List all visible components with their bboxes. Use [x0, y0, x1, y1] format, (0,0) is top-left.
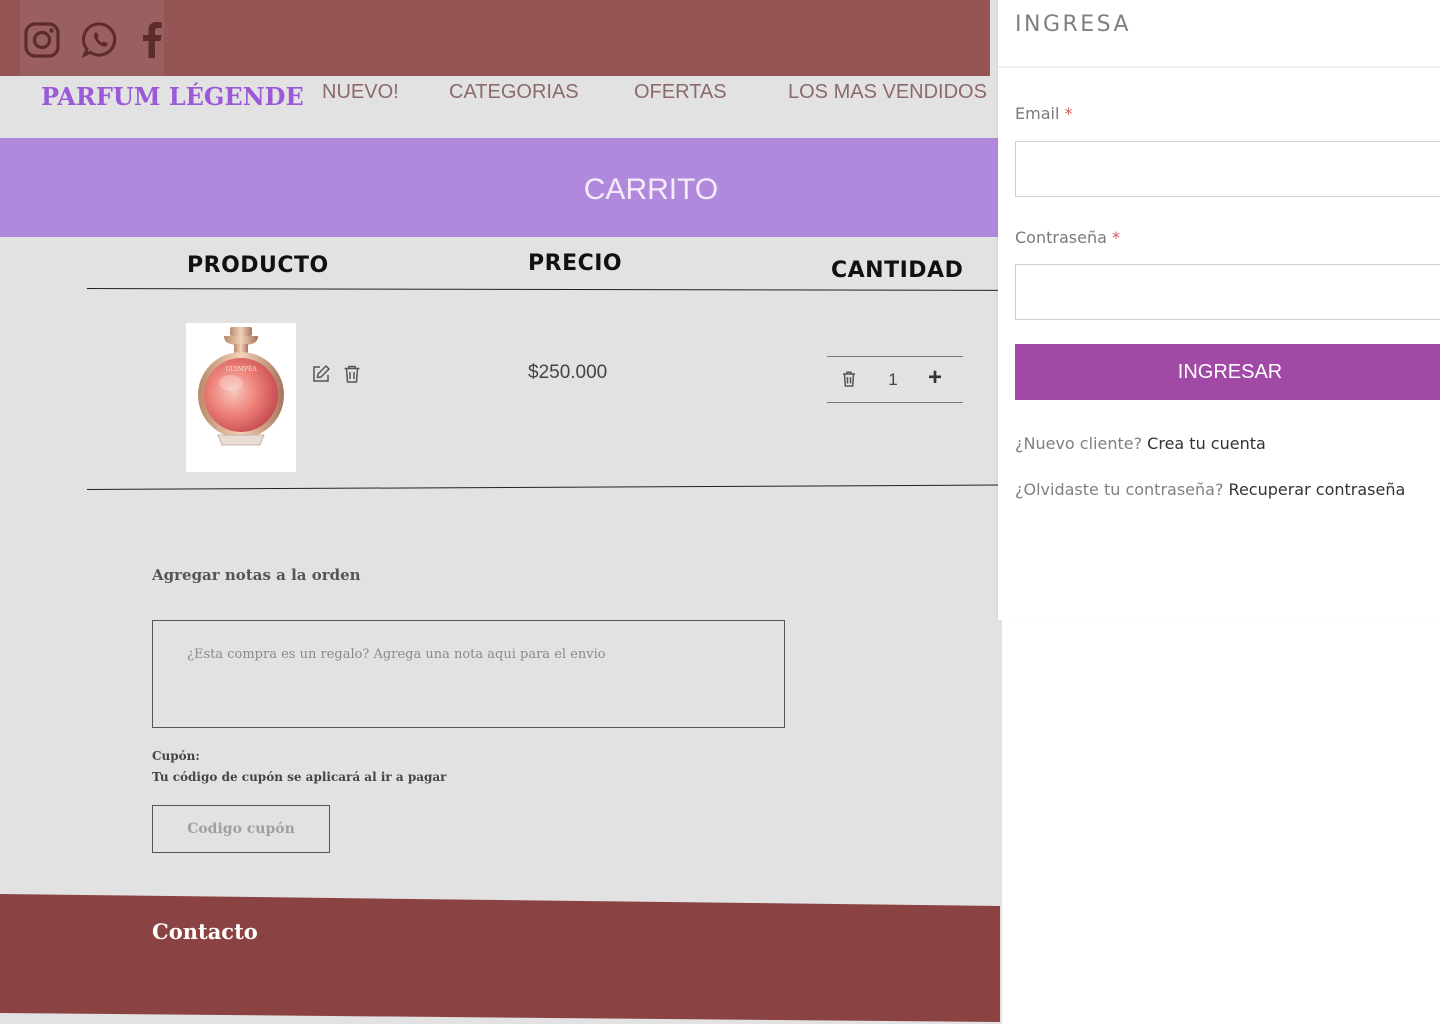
nav-los-mas-vendidos[interactable]: LOS MAS VENDIDOS	[788, 81, 987, 104]
email-field[interactable]	[1015, 141, 1440, 197]
footer	[0, 894, 1000, 1022]
new-customer-text: ¿Nuevo cliente?	[1015, 434, 1143, 453]
login-title: INGRESA	[1015, 12, 1132, 37]
login-panel: INGRESA Email * Contraseña * INGRESAR ¿N…	[998, 0, 1440, 620]
email-label-text: Email	[1015, 104, 1060, 123]
plus-icon[interactable]: +	[928, 365, 942, 391]
required-mark: *	[1064, 104, 1073, 123]
product-price: $250.000	[528, 362, 608, 383]
quantity-stepper: 1 +	[827, 356, 963, 403]
forgot-password-text: ¿Olvidaste tu contraseña?	[1015, 480, 1224, 499]
order-notes-label: Agregar notas a la orden	[152, 566, 361, 584]
top-bar	[0, 0, 990, 76]
facebook-icon[interactable]	[132, 20, 172, 60]
password-label-text: Contraseña	[1015, 228, 1107, 247]
social-links	[20, 0, 164, 76]
required-mark: *	[1111, 228, 1120, 247]
login-button[interactable]: INGRESAR	[1015, 344, 1440, 400]
coupon-code-input[interactable]	[152, 805, 330, 853]
password-field[interactable]	[1015, 264, 1440, 320]
password-label: Contraseña *	[1015, 228, 1120, 247]
footer-contact-title: Contacto	[152, 919, 258, 944]
email-label: Email *	[1015, 104, 1072, 123]
create-account-link[interactable]: Crea tu cuenta	[1147, 434, 1266, 453]
column-header-price: PRECIO	[528, 251, 623, 276]
table-divider-bottom	[86, 484, 1002, 490]
column-header-product: PRODUCTO	[187, 253, 329, 278]
column-header-quantity: CANTIDAD	[831, 258, 964, 283]
edit-icon[interactable]	[311, 364, 331, 384]
new-customer-line: ¿Nuevo cliente? Crea tu cuenta	[1015, 434, 1266, 453]
table-divider-top	[86, 288, 1002, 291]
whatsapp-icon[interactable]	[80, 20, 120, 60]
product-image[interactable]: OLYMPÉA	[186, 323, 296, 472]
quantity-value: 1	[888, 370, 898, 389]
instagram-icon[interactable]	[22, 20, 62, 60]
recover-password-link[interactable]: Recuperar contraseña	[1229, 480, 1406, 499]
login-divider	[998, 66, 1440, 68]
nav-ofertas[interactable]: OFERTAS	[634, 81, 727, 104]
trash-icon[interactable]	[342, 364, 362, 384]
main-page: PARFUM LÉGENDE NUEVO! CATEGORIAS OFERTAS…	[0, 0, 1002, 1024]
perfume-bottle-image: OLYMPÉA	[198, 327, 284, 446]
brand-logo[interactable]: PARFUM LÉGENDE	[41, 82, 304, 111]
cart-banner: CARRITO	[0, 138, 1002, 237]
page-title: CARRITO	[583, 173, 719, 206]
coupon-label: Cupón:	[152, 749, 200, 763]
trash-icon[interactable]	[841, 370, 857, 388]
nav-categorias[interactable]: CATEGORIAS	[449, 81, 579, 104]
coupon-help-text: Tu código de cupón se aplicará al ir a p…	[152, 770, 447, 784]
bottle-label: OLYMPÉA	[225, 365, 257, 373]
nav-nuevo[interactable]: NUEVO!	[322, 81, 399, 104]
forgot-password-line: ¿Olvidaste tu contraseña? Recuperar cont…	[1015, 480, 1405, 499]
order-notes-input[interactable]	[152, 620, 785, 728]
